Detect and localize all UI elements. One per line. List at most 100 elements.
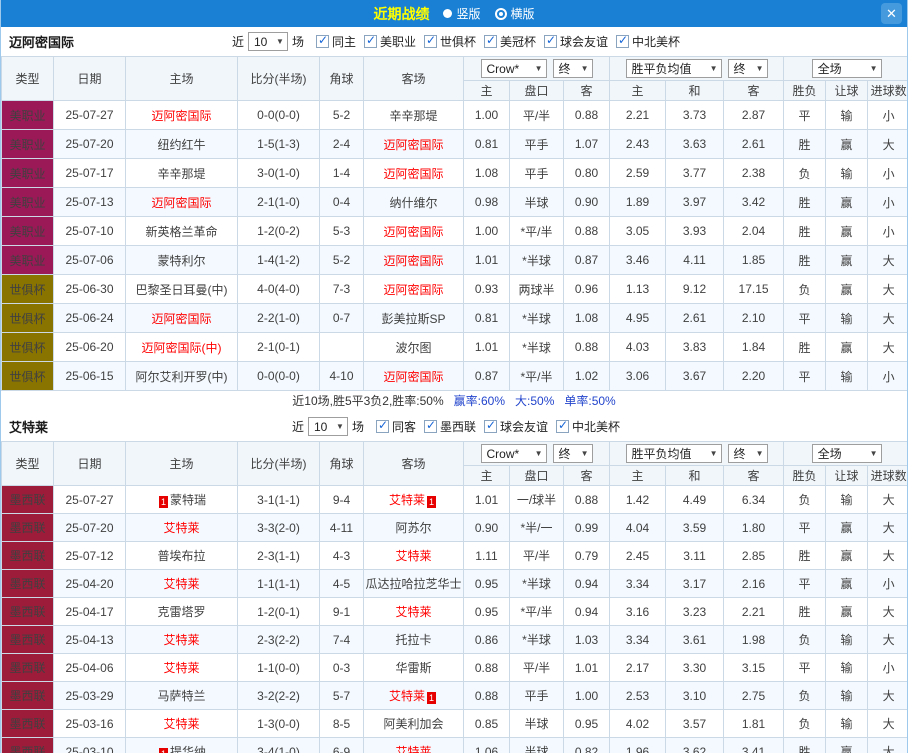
away-team-cell: 迈阿密国际1 (364, 246, 464, 275)
filter-checkbox[interactable]: 墨西联 (424, 418, 476, 435)
home-team-cell: 1普埃布拉 (126, 542, 238, 570)
home-team-cell: 1迈阿密国际 (126, 188, 238, 217)
handicap-away-odds: 0.96 (564, 275, 610, 304)
checkbox-label: 球会友谊 (560, 33, 608, 50)
result-badge: 胜 (784, 217, 826, 246)
odds-company-select[interactable]: Crow*▼ (481, 444, 547, 463)
home-team: 提华纳 (170, 745, 206, 753)
team-section: 迈阿密国际 近 10▼ 场 同主美职业世俱杯美冠杯球会友谊中北美杯 类型 日期 … (1, 27, 907, 412)
avg-odds-select[interactable]: 胜平负均值▼ (626, 444, 722, 463)
checkbox-label: 美冠杯 (500, 33, 536, 50)
avg-stage-select[interactable]: 终▼ (728, 444, 768, 463)
away-team-cell: 迈阿密国际1 (364, 130, 464, 159)
away-team: 迈阿密国际 (383, 283, 443, 297)
col-score: 比分(半场) (238, 57, 320, 101)
handicap-away-odds: 0.88 (564, 333, 610, 362)
col-odds-away: 客 (564, 81, 610, 101)
handicap-line: 平手 (510, 159, 564, 188)
avg-home-odds: 2.45 (610, 542, 666, 570)
handicap-result: 赢 (826, 570, 868, 598)
match-row: 美职业 25-07-06 1蒙特利尔 1-4(1-2) 5-2 迈阿密国际1 1… (2, 246, 908, 275)
checkmark-icon (484, 35, 497, 48)
summary-part: 赢率:60% (454, 394, 505, 408)
result-badge: 负 (784, 626, 826, 654)
match-score: 0-0(0-0) (238, 362, 320, 391)
odds-company-select[interactable]: Crow*▼ (481, 59, 547, 78)
result-badge: 负 (784, 486, 826, 514)
corner-score: 9-4 (320, 486, 364, 514)
home-team: 巴黎圣日耳曼(中) (136, 283, 228, 297)
avg-stage-select[interactable]: 终▼ (728, 59, 768, 78)
match-date: 25-07-12 (54, 542, 126, 570)
filter-checkbox[interactable]: 美冠杯 (484, 33, 536, 50)
results-body: 墨西联 25-07-27 1蒙特瑞 3-1(1-1) 9-4 艾特莱1 1.01… (2, 486, 908, 753)
avg-away-odds: 1.84 (724, 333, 784, 362)
away-team-cell: 托拉卡1 (364, 626, 464, 654)
avg-home-odds: 4.95 (610, 304, 666, 333)
avg-draw-odds: 3.57 (666, 710, 724, 738)
avg-away-odds: 6.34 (724, 486, 784, 514)
handicap-away-odds: 1.02 (564, 362, 610, 391)
avg-draw-odds: 3.62 (666, 738, 724, 753)
match-row: 世俱杯 25-06-15 1阿尔艾利开罗(中) 0-0(0-0) 4-10 迈阿… (2, 362, 908, 391)
summary-part: 大:50% (515, 394, 554, 408)
col-handicap-result: 让球 (826, 466, 868, 486)
col-odds-home: 主 (464, 81, 510, 101)
chevron-down-icon: ▼ (870, 64, 878, 73)
filter-checkbox[interactable]: 同主 (316, 33, 356, 50)
team-section: 艾特莱 近 10▼ 场 同客墨西联球会友谊中北美杯 类型 日期 主场 比分(半场… (1, 412, 907, 753)
match-row: 美职业 25-07-10 1新英格兰革命 1-2(0-2) 5-3 迈阿密国际1… (2, 217, 908, 246)
filter-checkbox[interactable]: 中北美杯 (616, 33, 680, 50)
filter-checkbox[interactable]: 美职业 (364, 33, 416, 50)
league-badge: 墨西联 (2, 598, 54, 626)
match-date: 25-06-15 (54, 362, 126, 391)
col-away: 客场 (364, 57, 464, 101)
filter-checkbox[interactable]: 中北美杯 (556, 418, 620, 435)
result-badge: 胜 (784, 542, 826, 570)
scope-select[interactable]: 全场▼ (812, 444, 882, 463)
away-team-cell: 纳什维尔1 (364, 188, 464, 217)
close-button[interactable]: ✕ (881, 3, 902, 24)
handicap-away-odds: 1.07 (564, 130, 610, 159)
checkbox-label: 墨西联 (440, 418, 476, 435)
avg-draw-odds: 3.10 (666, 682, 724, 710)
avg-away-odds: 2.16 (724, 570, 784, 598)
match-count-select[interactable]: 10▼ (308, 417, 348, 436)
away-team-cell: 艾特莱1 (364, 738, 464, 753)
radio-vertical-layout[interactable]: 竖版 (443, 5, 480, 22)
avg-draw-odds: 3.67 (666, 362, 724, 391)
handicap-home-odds: 1.01 (464, 246, 510, 275)
away-team-cell: 阿苏尔1 (364, 514, 464, 542)
radio-label: 横版 (511, 5, 535, 22)
avg-home-odds: 3.16 (610, 598, 666, 626)
odds-company-header: Crow*▼ 终▼ (464, 57, 610, 81)
goals-result: 大 (868, 304, 908, 333)
away-team-cell: 艾特莱1 (364, 542, 464, 570)
odds-stage-select[interactable]: 终▼ (553, 444, 593, 463)
result-badge: 平 (784, 654, 826, 682)
home-team-cell: 1提华纳 (126, 738, 238, 753)
league-badge: 墨西联 (2, 542, 54, 570)
filter-checkbox[interactable]: 世俱杯 (424, 33, 476, 50)
handicap-away-odds: 0.94 (564, 570, 610, 598)
match-date: 25-04-13 (54, 626, 126, 654)
avg-odds-select[interactable]: 胜平负均值▼ (626, 59, 722, 78)
avg-odds-value: 胜平负均值 (632, 445, 692, 462)
radio-horizontal-layout[interactable]: 横版 (495, 5, 535, 22)
goals-result: 大 (868, 486, 908, 514)
home-team: 艾特莱 (163, 717, 199, 731)
filter-checkbox[interactable]: 球会友谊 (544, 33, 608, 50)
home-team: 迈阿密国际 (151, 312, 211, 326)
match-score: 3-2(2-2) (238, 682, 320, 710)
away-team: 托拉卡 (395, 633, 431, 647)
odds-stage-select[interactable]: 终▼ (553, 59, 593, 78)
away-red-card-icon: 1 (427, 692, 436, 704)
odds-company-header: Crow*▼ 终▼ (464, 442, 610, 466)
filter-checkbox[interactable]: 同客 (376, 418, 416, 435)
match-count-select[interactable]: 10▼ (248, 32, 288, 51)
filter-checkbox[interactable]: 球会友谊 (484, 418, 548, 435)
scope-select[interactable]: 全场▼ (812, 59, 882, 78)
away-team: 瓜达拉哈拉芝华士 (365, 577, 461, 591)
handicap-result: 赢 (826, 514, 868, 542)
radio-label: 竖版 (456, 5, 480, 22)
